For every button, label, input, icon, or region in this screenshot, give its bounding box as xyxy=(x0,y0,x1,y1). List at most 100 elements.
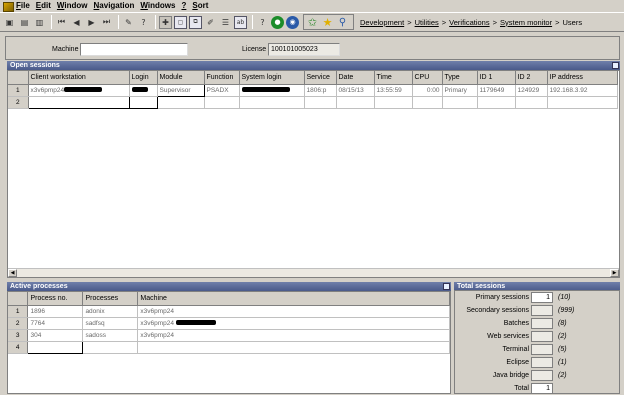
pin-icon[interactable]: ⚲ xyxy=(336,16,349,29)
window-icon[interactable]: ▢ xyxy=(174,15,187,29)
breadcrumb-verifications[interactable]: Verifications xyxy=(449,18,489,27)
cell-process[interactable]: sadoss xyxy=(82,329,139,342)
cell-machine[interactable] xyxy=(137,341,450,354)
license-field[interactable] xyxy=(268,43,340,56)
cell-process-no[interactable]: 1896 xyxy=(27,305,84,318)
refresh-icon[interactable]: ● xyxy=(271,15,284,29)
cell-ip-address[interactable] xyxy=(547,96,618,109)
column-header-function[interactable]: Function xyxy=(204,71,240,85)
cell-time[interactable] xyxy=(374,96,413,109)
column-header-id2[interactable]: ID 2 xyxy=(515,71,548,85)
cell-process[interactable] xyxy=(82,341,139,354)
column-header-machine[interactable]: Machine xyxy=(137,292,450,306)
cell-function[interactable] xyxy=(204,96,240,109)
cell-module[interactable]: Supervisor xyxy=(156,83,205,97)
column-header-client-workstation[interactable]: Client workstation xyxy=(28,71,130,85)
menu-help[interactable]: ? xyxy=(181,0,186,12)
cell-cpu[interactable] xyxy=(412,96,443,109)
breadcrumb-development[interactable]: Development xyxy=(360,18,404,27)
cell-client-workstation[interactable]: x3v6pmp24 xyxy=(28,84,130,97)
column-header-ip-address[interactable]: IP address xyxy=(547,71,618,85)
cell-service[interactable]: 1806:p xyxy=(304,84,337,97)
cell-type[interactable]: Primary xyxy=(442,84,478,97)
cell-machine[interactable]: x3v6pmp24 xyxy=(137,305,450,318)
help-icon[interactable]: ? xyxy=(137,16,150,29)
text-field-icon[interactable]: ab xyxy=(234,15,247,29)
cell-process-no[interactable] xyxy=(27,340,84,354)
breadcrumb-system-monitor[interactable]: System monitor xyxy=(500,18,552,27)
table-row[interactable]: 2 xyxy=(8,95,618,109)
breadcrumb-utilities[interactable]: Utilities xyxy=(415,18,439,27)
cell-id2[interactable] xyxy=(515,96,548,109)
table-row[interactable]: 1 x3v6pmp24 Supervisor PSADX 1806:p 08/1… xyxy=(8,83,618,97)
cell-type[interactable] xyxy=(442,96,478,109)
scroll-right-icon[interactable]: ▶ xyxy=(610,269,619,277)
cell-login[interactable] xyxy=(128,95,158,109)
column-header-processes[interactable]: Processes xyxy=(82,292,139,306)
context-help-icon[interactable]: ? xyxy=(256,16,269,29)
cell-date[interactable] xyxy=(336,96,375,109)
previous-record-icon[interactable]: ◀ xyxy=(70,16,83,29)
column-header-system-login[interactable]: System login xyxy=(239,71,305,85)
cell-login[interactable] xyxy=(129,84,158,97)
cell-system-login[interactable] xyxy=(239,96,305,109)
table-row[interactable]: 3 304 sadoss x3v6pmp24 xyxy=(8,329,450,342)
cell-process[interactable]: adonix xyxy=(82,305,139,318)
delete-icon[interactable]: ▥ xyxy=(33,16,46,29)
cell-system-login[interactable] xyxy=(239,84,305,97)
menu-sort[interactable]: Sort xyxy=(192,0,208,12)
home-icon[interactable]: ◉ xyxy=(286,15,299,29)
menu-navigation[interactable]: Navigation xyxy=(94,0,135,12)
copy-icon[interactable]: ⧉ xyxy=(189,15,202,29)
filter-panel: Machine License xyxy=(5,36,620,60)
next-record-icon[interactable]: ▶ xyxy=(85,16,98,29)
cell-time[interactable]: 13:55:59 xyxy=(374,84,413,97)
grid-options-icon[interactable] xyxy=(443,283,450,290)
cell-process-no[interactable]: 304 xyxy=(27,329,84,342)
cell-process-no[interactable]: 7764 xyxy=(27,317,84,330)
grid-options-icon[interactable] xyxy=(612,62,619,69)
table-row[interactable]: 2 7764 sadfsq x3v6pmp24 xyxy=(8,317,450,330)
home-star-icon[interactable]: ✩ xyxy=(306,16,319,29)
favorites-star-icon[interactable]: ★ xyxy=(321,16,334,29)
menu-file[interactable]: File xyxy=(16,0,30,12)
edit-icon[interactable]: ✐ xyxy=(204,16,217,29)
cell-client-workstation[interactable] xyxy=(27,95,130,109)
column-header-date[interactable]: Date xyxy=(336,71,375,85)
menu-windows[interactable]: Windows xyxy=(140,0,175,12)
list-icon[interactable]: ☰ xyxy=(219,16,232,29)
cell-module[interactable] xyxy=(157,96,205,109)
print-icon[interactable]: ▤ xyxy=(18,16,31,29)
table-row[interactable]: 1 1896 adonix x3v6pmp24 xyxy=(8,305,450,318)
scroll-left-icon[interactable]: ◀ xyxy=(8,269,17,277)
cell-machine[interactable]: x3v6pmp24 xyxy=(137,317,450,330)
cell-cpu[interactable]: 0:00 xyxy=(412,84,443,97)
machine-field[interactable] xyxy=(80,43,188,56)
cell-function[interactable]: PSADX xyxy=(204,84,240,97)
cell-machine[interactable]: x3v6pmp24 xyxy=(137,329,450,342)
cell-process[interactable]: sadfsq xyxy=(82,317,139,330)
first-record-icon[interactable]: ⏮ xyxy=(55,16,68,29)
cell-ip-address[interactable]: 192.168.3.92 xyxy=(547,84,618,97)
column-header-module[interactable]: Module xyxy=(157,71,205,85)
save-icon[interactable]: ▣ xyxy=(3,16,16,29)
cell-date[interactable]: 08/15/13 xyxy=(336,84,375,97)
menu-window[interactable]: Window xyxy=(57,0,88,12)
cell-service[interactable] xyxy=(304,96,337,109)
column-header-process-no[interactable]: Process no. xyxy=(27,292,84,306)
menu-edit[interactable]: Edit xyxy=(36,0,51,12)
cell-id2[interactable]: 124929 xyxy=(515,84,548,97)
horizontal-scrollbar[interactable]: ◀ ▶ xyxy=(8,268,619,277)
column-header-id1[interactable]: ID 1 xyxy=(477,71,516,85)
column-header-type[interactable]: Type xyxy=(442,71,478,85)
column-header-service[interactable]: Service xyxy=(304,71,337,85)
cell-id1[interactable] xyxy=(477,96,516,109)
column-header-time[interactable]: Time xyxy=(374,71,413,85)
last-record-icon[interactable]: ⏭ xyxy=(100,16,113,29)
selection-icon[interactable]: ✚ xyxy=(159,15,172,29)
table-row[interactable]: 4 xyxy=(8,340,450,354)
column-header-login[interactable]: Login xyxy=(129,71,158,85)
cell-id1[interactable]: 1179649 xyxy=(477,84,516,97)
attachment-icon[interactable]: ✎ xyxy=(122,16,135,29)
column-header-cpu[interactable]: CPU xyxy=(412,71,443,85)
